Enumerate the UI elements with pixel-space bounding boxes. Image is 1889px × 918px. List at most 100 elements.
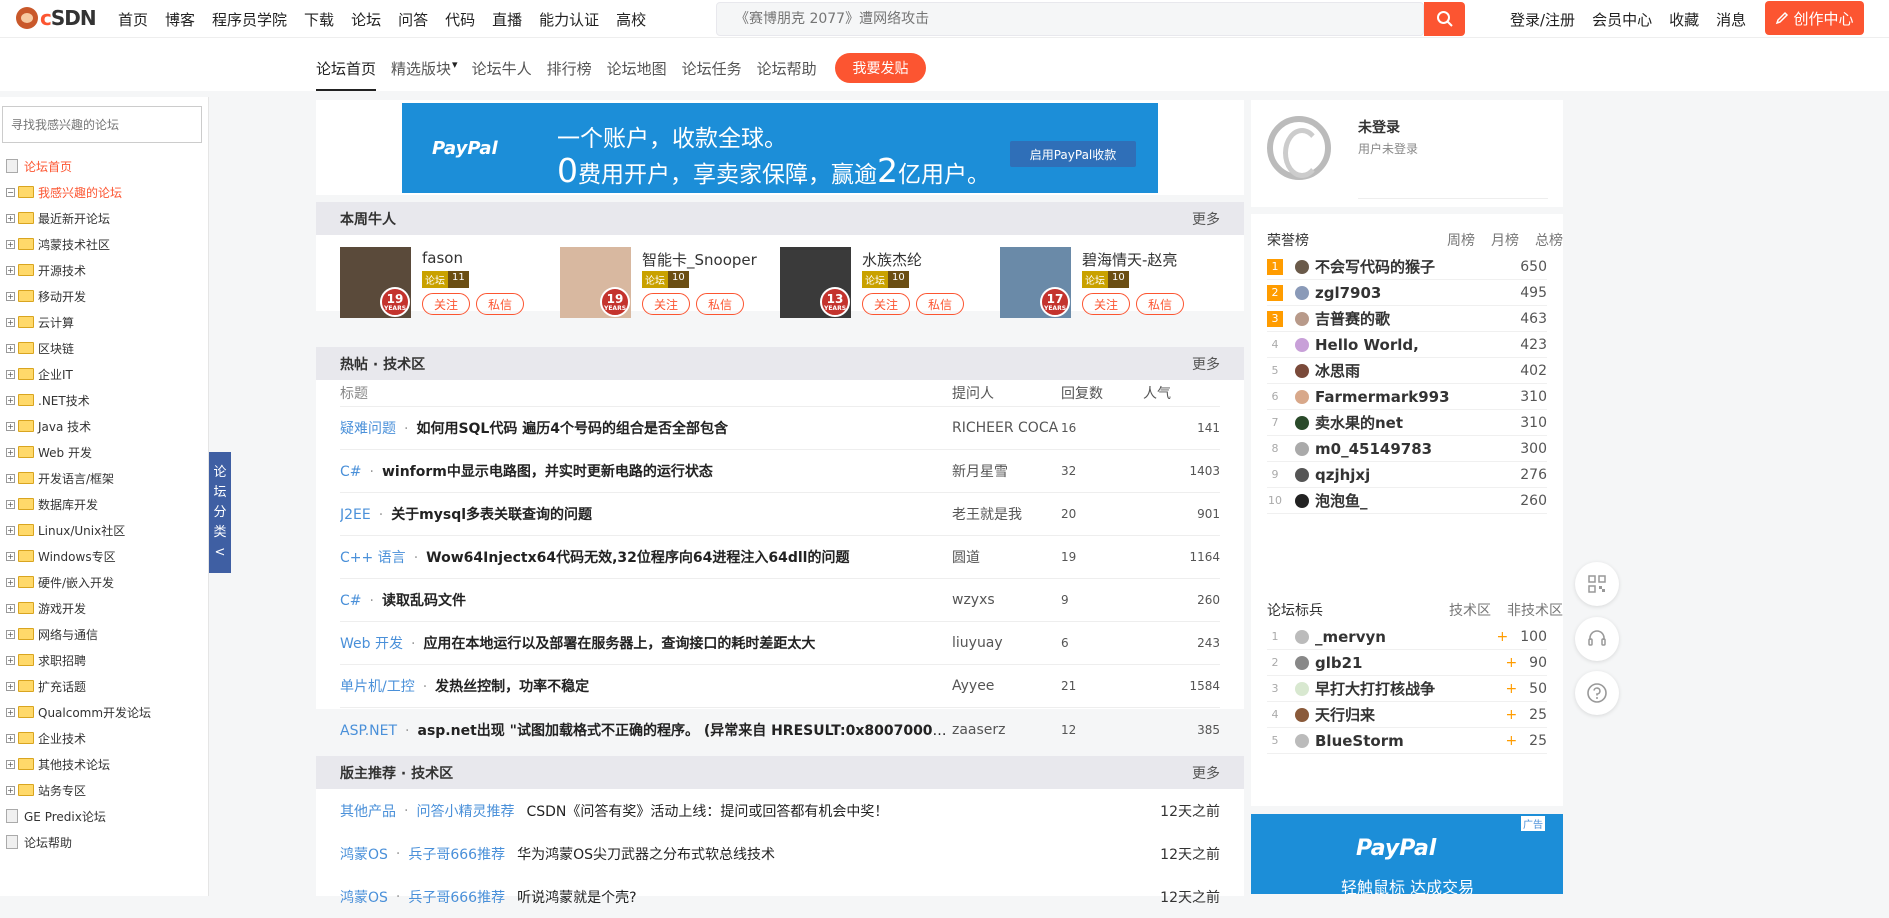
sidebar-item[interactable]: + 站务专区 [2,777,151,803]
user-avatar[interactable] [1267,116,1331,180]
user-avatar[interactable] [1295,337,1309,352]
tab-4[interactable]: 论坛地图 [607,58,667,91]
rec-category-link[interactable]: 鸿蒙OS [340,844,388,864]
user-avatar[interactable] [1295,311,1309,326]
sidebar-item[interactable]: + 其他技术论坛 [2,751,151,777]
post-title-link[interactable]: 发热丝控制，功率不稳定 [435,679,589,695]
rank-user-name[interactable]: _mervyn [1315,628,1497,646]
rank-user-name[interactable]: BlueStorm [1315,732,1505,750]
user-avatar[interactable] [1295,363,1309,378]
expand-icon[interactable]: + [6,343,15,353]
topnav-item[interactable]: 首页 [118,9,148,30]
paypal-side-ad[interactable]: PayPal 轻触鼠标 达成交易 广告 [1251,814,1563,894]
message-button[interactable]: 私信 [916,293,964,315]
sidebar-item[interactable]: + 数据库开发 [2,491,151,517]
post-asker[interactable]: liuyuay [952,635,1061,651]
tab-2[interactable]: 论坛牛人 [472,58,532,91]
rank-row[interactable]: 1 _mervyn +100 [1267,624,1547,650]
rank-user-name[interactable]: 吉普赛的歌 [1315,308,1520,329]
expand-icon[interactable]: + [6,421,15,431]
rank-row[interactable]: 7 卖水果的net 310 [1267,410,1547,436]
expand-icon[interactable]: + [6,577,15,587]
sidebar-item[interactable]: + 移动开发 [2,283,151,309]
tab-5[interactable]: 论坛任务 [682,58,742,91]
user-avatar[interactable] [1295,285,1309,300]
star-name[interactable]: fason [422,249,463,267]
follow-button[interactable]: 关注 [1082,293,1130,315]
post-category-link[interactable]: C++ 语言 [340,550,406,566]
user-avatar[interactable] [1295,259,1309,274]
expand-icon[interactable]: + [6,395,15,405]
rank-row[interactable]: 10 泡泡鱼_ 260 [1267,488,1547,514]
rec-recommender-link[interactable]: 问答小精灵推荐 [416,801,514,821]
post-title-link[interactable]: 读取乱码文件 [382,593,466,609]
follow-button[interactable]: 关注 [642,293,690,315]
follow-button[interactable]: 关注 [862,293,910,315]
expand-icon[interactable]: + [6,447,15,457]
table-row[interactable]: 疑难问题 · 如何用SQL代码 遍历4个号码的组合是否全部包含 RICHEER COC… [340,407,1220,450]
honor-tab-month[interactable]: 月榜 [1491,230,1519,250]
rank-user-name[interactable]: m0_45149783 [1315,440,1520,458]
user-avatar[interactable] [1295,629,1309,644]
topnav-item[interactable]: 论坛 [351,9,381,30]
post-title-link[interactable]: 关于mysql多表关联查询的问题 [391,507,592,523]
message-button[interactable]: 私信 [1136,293,1184,315]
user-avatar[interactable] [1295,389,1309,404]
help-button[interactable] [1575,671,1619,715]
expand-icon[interactable]: + [6,317,15,327]
ad-banner[interactable]: PayPal 一个账户，收款全球。 0费用开户，享卖家保障，赢逾2亿用户。 启用… [316,100,1244,195]
rec-recommender-link[interactable]: 兵子哥666推荐 [408,844,505,864]
hot-posts-more-link[interactable]: 更多 [1192,354,1220,374]
follow-button[interactable]: 关注 [422,293,470,315]
login-link[interactable]: 登录/注册 [1510,9,1575,30]
sidebar-item[interactable]: + Java 技术 [2,413,151,439]
search-input[interactable] [717,3,1377,35]
customer-service-button[interactable] [1575,617,1619,661]
sidebar-item[interactable]: GE Predix论坛 [2,803,151,829]
expand-icon[interactable]: + [6,291,15,301]
paypal-ad[interactable]: PayPal 一个账户，收款全球。 0费用开户，享卖家保障，赢逾2亿用户。 启用… [402,103,1158,193]
expand-icon[interactable]: + [6,785,15,795]
tab-3[interactable]: 排行榜 [547,58,592,91]
favorites-link[interactable]: 收藏 [1669,9,1699,30]
post-category-link[interactable]: Web 开发 [340,636,403,652]
expand-icon[interactable]: + [6,629,15,639]
rank-row[interactable]: 1 不会写代码的猴子 650 [1267,254,1547,280]
expand-icon[interactable]: + [6,239,15,249]
expand-icon[interactable]: + [6,759,15,769]
sidebar-item[interactable]: + 企业技术 [2,725,151,751]
tab-1[interactable]: 精选版块 [391,58,451,91]
topnav-item[interactable]: 能力认证 [539,9,599,30]
rank-row[interactable]: 4 Hello World, 423 [1267,332,1547,358]
recommend-more-link[interactable]: 更多 [1192,763,1220,783]
user-avatar[interactable] [1295,493,1309,508]
rank-row[interactable]: 5 BlueStorm +25 [1267,728,1547,754]
star-name[interactable]: 水族杰纶 [862,249,922,270]
post-asker[interactable]: 圆道 [952,547,1061,567]
rank-user-name[interactable]: 泡泡鱼_ [1315,490,1520,511]
expand-icon[interactable]: + [6,603,15,613]
rec-category-link[interactable]: 鸿蒙OS [340,887,388,907]
rank-row[interactable]: 2 zgl7903 495 [1267,280,1547,306]
sidebar-item[interactable]: + 求职招聘 [2,647,151,673]
list-item[interactable]: 其他产品 · 问答小精灵推荐 CSDN《问答有奖》活动上线：提问或回答都有机会中奖！ 1… [340,789,1220,832]
ad2-tag[interactable]: 广告 [1521,816,1545,831]
post-category-link[interactable]: ASP.NET [340,723,397,739]
rec-recommender-link[interactable]: 兵子哥666推荐 [408,887,505,907]
rank-row[interactable]: 4 天行归来 +25 [1267,702,1547,728]
topnav-item[interactable]: 高校 [616,9,646,30]
table-row[interactable]: 单片机/工控 · 发热丝控制，功率不稳定 Ayyee 21 1584 [340,665,1220,708]
post-asker[interactable]: 新月星雪 [952,461,1061,481]
sidebar-item[interactable]: + Qualcomm开发论坛 [2,699,151,725]
expand-icon[interactable]: + [6,551,15,561]
expand-icon[interactable]: + [6,213,15,223]
rec-title-link[interactable]: CSDN《问答有奖》活动上线：提问或回答都有机会中奖！ [526,801,1150,821]
create-center-button[interactable]: 创作中心 [1765,1,1864,35]
list-item[interactable]: 鸿蒙OS · 兵子哥666推荐 听说鸿蒙就是个壳? 12天之前 [340,875,1220,918]
table-row[interactable]: ASP.NET · asp.net出现 "试图加载格式不正确的程序。 (异常来自 H… [340,708,1220,751]
topnav-item[interactable]: 下载 [304,9,334,30]
qrcode-button[interactable] [1575,562,1619,606]
post-asker[interactable]: Ayyee [952,678,1061,694]
rank-user-name[interactable]: qzjhjxj [1315,466,1520,484]
expand-icon[interactable]: + [6,681,15,691]
